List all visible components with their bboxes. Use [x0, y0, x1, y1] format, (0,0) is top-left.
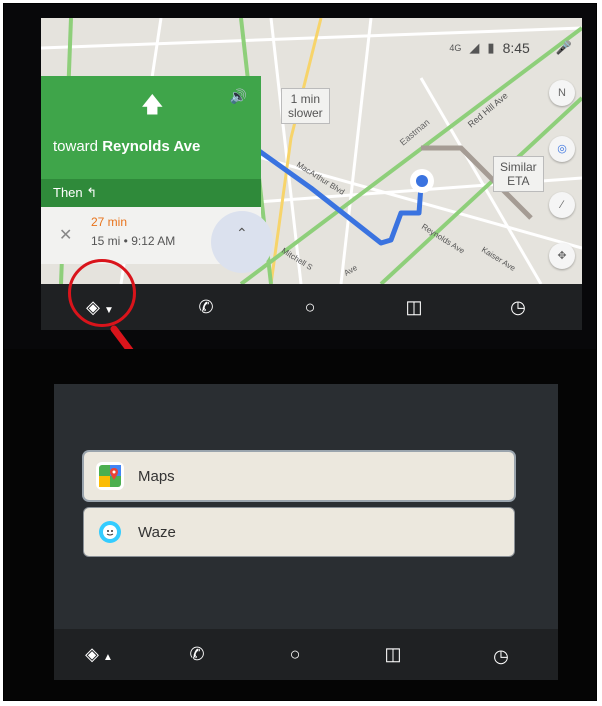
- pan-button[interactable]: ✥: [549, 243, 575, 269]
- phone-icon: ✆: [198, 297, 214, 317]
- toward-prefix: toward: [53, 138, 99, 155]
- straight-arrow-icon: 🡅: [141, 92, 164, 117]
- status-time: 8:45: [502, 40, 530, 56]
- slower-line2: slower: [288, 106, 323, 120]
- recenter-button[interactable]: ◎: [549, 136, 575, 162]
- app-label-maps: Maps: [138, 467, 175, 485]
- close-icon[interactable]: ✕: [59, 225, 72, 245]
- network-type: 4G: [449, 43, 462, 53]
- recents-button[interactable]: ◷: [503, 292, 533, 322]
- screenshot-frame: Eastman Red Hill Ave MacArthur Blvd Reyn…: [3, 3, 597, 701]
- bottom-photo: Maps Waze ◈ ▲ ✆ ○ ◫ ◷: [4, 349, 596, 700]
- chevron-up-icon[interactable]: ⌃: [236, 225, 248, 242]
- phone-button[interactable]: ✆: [182, 639, 212, 669]
- app-option-maps[interactable]: Maps: [84, 452, 514, 500]
- app-option-waze[interactable]: Waze: [84, 508, 514, 556]
- slower-route-bubble[interactable]: 1 min slower: [281, 88, 330, 124]
- speaker-icon[interactable]: 🔊: [230, 88, 247, 105]
- waze-icon: [96, 518, 124, 546]
- turn-instruction-text: toward Reynolds Ave: [53, 138, 200, 155]
- eta-minutes: 27 min: [91, 215, 128, 229]
- similar-line1: Similar: [500, 160, 537, 174]
- turn-left-icon: ↰: [86, 185, 98, 200]
- annotation-circle: [68, 259, 136, 327]
- battery-icon: ▮: [487, 40, 495, 55]
- home-button[interactable]: ○: [295, 292, 325, 322]
- app-chooser-screen: Maps Waze ◈ ▲ ✆ ○ ◫ ◷: [54, 384, 558, 680]
- map-view[interactable]: Eastman Red Hill Ave MacArthur Blvd Reyn…: [41, 18, 582, 284]
- microphone-icon[interactable]: 🎤: [556, 40, 572, 56]
- turn-instruction-panel: 🡅 🔊 toward Reynolds Ave: [41, 76, 261, 179]
- navigation-icon: ◈: [85, 644, 99, 664]
- home-button[interactable]: ○: [280, 639, 310, 669]
- recent-icon: ◷: [510, 297, 526, 317]
- street-label-ave: Ave: [343, 263, 360, 278]
- then-label: Then: [53, 185, 83, 200]
- recent-icon: ◷: [493, 646, 509, 666]
- home-circle-icon: ○: [289, 644, 301, 664]
- zoom-toggle-button[interactable]: ∕: [549, 192, 575, 218]
- signal-icon: ◢: [469, 40, 480, 55]
- similar-line2: ETA: [507, 174, 530, 188]
- dropdown-caret-up-icon: ▲: [102, 652, 113, 663]
- phone-button[interactable]: ✆: [191, 292, 221, 322]
- app-label-waze: Waze: [138, 523, 176, 541]
- status-bar: 4G ◢ ▮ 8:45 🎤: [449, 40, 572, 56]
- home-circle-icon: ○: [304, 297, 316, 317]
- eta-detail: 15 mi • 9:12 AM: [91, 234, 176, 248]
- navigation-card[interactable]: 🡅 🔊 toward Reynolds Ave Then ↰ ✕ 27 min …: [41, 76, 273, 273]
- then-panel: Then ↰: [41, 179, 261, 207]
- eta-panel: ✕ 27 min 15 mi • 9:12 AM ⌃: [41, 207, 273, 273]
- slower-line1: 1 min: [290, 92, 321, 106]
- media-button[interactable]: ◫: [399, 292, 429, 322]
- recents-button[interactable]: ◷: [486, 641, 516, 671]
- similar-eta-bubble[interactable]: Similar ETA: [493, 156, 544, 192]
- street-label-kaiser: Kaiser Ave: [480, 245, 518, 273]
- android-auto-navbar-bottom: ◈ ▲ ✆ ○ ◫ ◷: [54, 629, 558, 680]
- toward-street: Reynolds Ave: [102, 138, 201, 155]
- top-photo: Eastman Red Hill Ave MacArthur Blvd Reyn…: [4, 4, 596, 349]
- google-maps-icon: [96, 462, 124, 490]
- headphones-icon: ◫: [384, 644, 402, 664]
- navigation-app-button-active[interactable]: ◈ ▲: [84, 639, 114, 669]
- compass-button[interactable]: N: [549, 80, 575, 106]
- headphones-icon: ◫: [405, 297, 423, 317]
- phone-icon: ✆: [189, 644, 205, 664]
- expand-ripple: [211, 211, 273, 273]
- media-button[interactable]: ◫: [378, 639, 408, 669]
